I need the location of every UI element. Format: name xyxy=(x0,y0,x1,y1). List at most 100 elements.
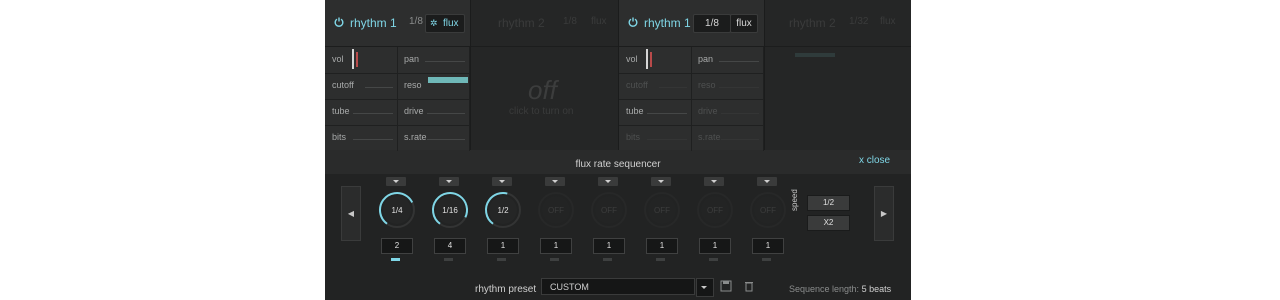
panel-header: rhythm 2 1/8 flux xyxy=(471,0,618,47)
rhythm-name: rhythm 1 xyxy=(644,16,691,30)
step-indicator xyxy=(444,258,453,261)
rate-dropdown-button[interactable] xyxy=(704,177,724,186)
step-indicator xyxy=(762,258,771,261)
bits-cell[interactable]: bits xyxy=(325,125,398,151)
pan-cell[interactable]: pan xyxy=(397,47,470,73)
rate-division-button[interactable]: 1/8 xyxy=(693,14,731,33)
preset-select[interactable]: CUSTOM xyxy=(541,278,695,295)
beat-count-field[interactable]: 1 xyxy=(487,238,519,254)
beat-count-field[interactable]: 1 xyxy=(699,238,731,254)
rate-dropdown-button[interactable] xyxy=(492,177,512,186)
beat-count-field[interactable]: 1 xyxy=(646,238,678,254)
step-indicator xyxy=(709,258,718,261)
rate-dropdown-button[interactable] xyxy=(545,177,565,186)
prev-button[interactable]: ◀ xyxy=(341,186,361,241)
srate-cell[interactable]: s.rate xyxy=(397,125,470,151)
rate-dropdown-button[interactable] xyxy=(598,177,618,186)
drive-cell: drive xyxy=(691,99,764,125)
speed-double-button[interactable]: X2 xyxy=(807,215,850,231)
beat-count-field[interactable]: 2 xyxy=(381,238,413,254)
rate-value: OFF xyxy=(707,206,723,215)
flux-button[interactable]: ✲ flux xyxy=(425,14,465,33)
sequencer-step: OFF 1 xyxy=(748,177,788,262)
sequencer-step: 1/2 1 xyxy=(483,177,523,262)
sequencer-step: OFF 1 xyxy=(536,177,576,262)
cutoff-cell: cutoff xyxy=(619,73,692,99)
panel-header: rhythm 1 1/8 flux xyxy=(619,0,764,47)
chevron-down-icon xyxy=(711,180,717,183)
rhythm-panel-2[interactable]: rhythm 2 1/8 flux off click to turn on xyxy=(471,0,619,150)
sequencer-title: flux rate sequencer xyxy=(575,159,661,170)
chevron-down-icon xyxy=(658,180,664,183)
param-row: vol pan xyxy=(325,47,470,74)
rate-value: OFF xyxy=(548,206,564,215)
chevron-down-icon xyxy=(605,180,611,183)
flux-button: flux xyxy=(880,16,896,27)
drive-cell[interactable]: drive xyxy=(397,99,470,125)
save-icon[interactable] xyxy=(720,280,732,292)
param-row: cutoff reso xyxy=(325,73,470,100)
step-indicator xyxy=(497,258,506,261)
pan-cell[interactable]: pan xyxy=(691,47,764,73)
param-row: tube drive xyxy=(619,99,764,126)
gear-icon: ✲ xyxy=(430,18,438,28)
vol-slider-handle[interactable] xyxy=(646,49,648,69)
beat-count-field[interactable]: 4 xyxy=(434,238,466,254)
reso-bar xyxy=(428,77,468,83)
vol-meter xyxy=(650,52,652,67)
flux-button[interactable]: flux xyxy=(730,14,758,33)
rate-dropdown-button[interactable] xyxy=(757,177,777,186)
rhythm-panel-3: rhythm 1 1/8 flux vol pan cutoff reso tu… xyxy=(619,0,765,151)
next-button[interactable]: ▶ xyxy=(874,186,894,241)
beat-count-field[interactable]: 1 xyxy=(593,238,625,254)
chevron-down-icon xyxy=(764,180,770,183)
panel-header: rhythm 1 1/8 ✲ flux xyxy=(325,0,470,47)
rate-value: OFF xyxy=(760,206,776,215)
rate-division: 1/32 xyxy=(849,16,869,27)
rhythm-panel-4[interactable]: rhythm 2 1/32 flux xyxy=(765,0,911,150)
chevron-down-icon xyxy=(701,286,707,289)
turn-on-hint[interactable]: click to turn on xyxy=(509,106,573,117)
plugin-window: rhythm 1 1/8 ✲ flux vol pan cutoff reso … xyxy=(325,0,911,300)
reso-cell[interactable]: reso xyxy=(397,73,470,99)
rate-dropdown-button[interactable] xyxy=(439,177,459,186)
rate-value: 1/16 xyxy=(442,206,458,215)
cutoff-cell[interactable]: cutoff xyxy=(325,73,398,99)
vol-meter xyxy=(356,52,358,67)
trash-icon[interactable] xyxy=(743,280,755,292)
rhythm-name: rhythm 1 xyxy=(350,16,397,30)
param-row: cutoff reso xyxy=(619,73,764,100)
beat-count-field[interactable]: 1 xyxy=(752,238,784,254)
vol-cell[interactable]: vol xyxy=(619,47,692,73)
beat-count-field[interactable]: 1 xyxy=(540,238,572,254)
dim-bar xyxy=(795,53,835,57)
rate-value: OFF xyxy=(654,206,670,215)
chevron-down-icon xyxy=(393,180,399,183)
close-button[interactable]: x close xyxy=(859,155,890,166)
chevron-down-icon xyxy=(552,180,558,183)
step-indicator xyxy=(391,258,400,261)
rhythm-panel-1: rhythm 1 1/8 ✲ flux vol pan cutoff reso … xyxy=(325,0,471,151)
speed-label: speed xyxy=(790,189,799,211)
power-icon[interactable] xyxy=(334,17,344,27)
param-row: bits s.rate xyxy=(325,125,470,151)
tube-cell[interactable]: tube xyxy=(619,99,692,125)
power-icon[interactable] xyxy=(628,17,638,27)
speed-half-button[interactable]: 1/2 xyxy=(807,195,850,211)
param-row: bits s.rate xyxy=(619,125,764,151)
preset-dropdown-button[interactable] xyxy=(696,278,714,297)
sequencer-header: flux rate sequencer x close xyxy=(325,152,911,174)
rate-dropdown-button[interactable] xyxy=(386,177,406,186)
rate-value: 1/4 xyxy=(391,206,403,215)
tube-cell[interactable]: tube xyxy=(325,99,398,125)
rate-division: 1/8 xyxy=(563,16,577,27)
param-row: tube drive xyxy=(325,99,470,126)
rate-dropdown-button[interactable] xyxy=(651,177,671,186)
flux-rate-sequencer: flux rate sequencer x close ◀ ▶ 1/4 2 1/16… xyxy=(325,152,911,300)
rate-value: OFF xyxy=(601,206,617,215)
vol-cell[interactable]: vol xyxy=(325,47,398,73)
off-label: off xyxy=(528,75,557,105)
rate-division[interactable]: 1/8 xyxy=(409,16,423,27)
vol-slider-handle[interactable] xyxy=(352,49,354,69)
sequencer-step: OFF 1 xyxy=(642,177,682,262)
